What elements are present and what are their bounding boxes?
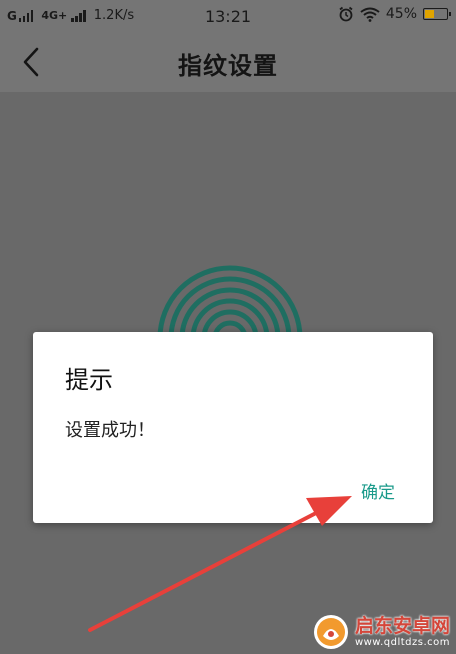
status-bar: G 4G+ 1.2K/s 13:21 45%	[0, 0, 456, 34]
battery-fill	[425, 10, 434, 18]
wifi-icon	[360, 7, 380, 22]
confirm-button[interactable]: 确定	[361, 478, 395, 503]
app-header: 指纹设置	[0, 34, 456, 92]
watermark-text: 启东安卓网 www.qdltdzs.com	[354, 614, 450, 648]
dialog-title: 提示	[65, 366, 113, 394]
page-title: 指纹设置	[178, 52, 278, 80]
dialog-message: 设置成功！	[65, 420, 155, 441]
battery-icon	[423, 8, 451, 20]
alert-dialog: 提示 设置成功！ 确定	[33, 332, 433, 523]
alarm-icon	[339, 6, 353, 22]
watermark-url: www.qdltdzs.com	[354, 636, 450, 648]
watermark-name: 启东安卓网	[354, 614, 450, 637]
site-logo-icon	[313, 615, 348, 649]
status-right: 45%	[338, 6, 451, 22]
site-watermark: 启东安卓网 www.qdltdzs.com	[313, 614, 450, 650]
battery-percent: 45%	[385, 6, 417, 22]
